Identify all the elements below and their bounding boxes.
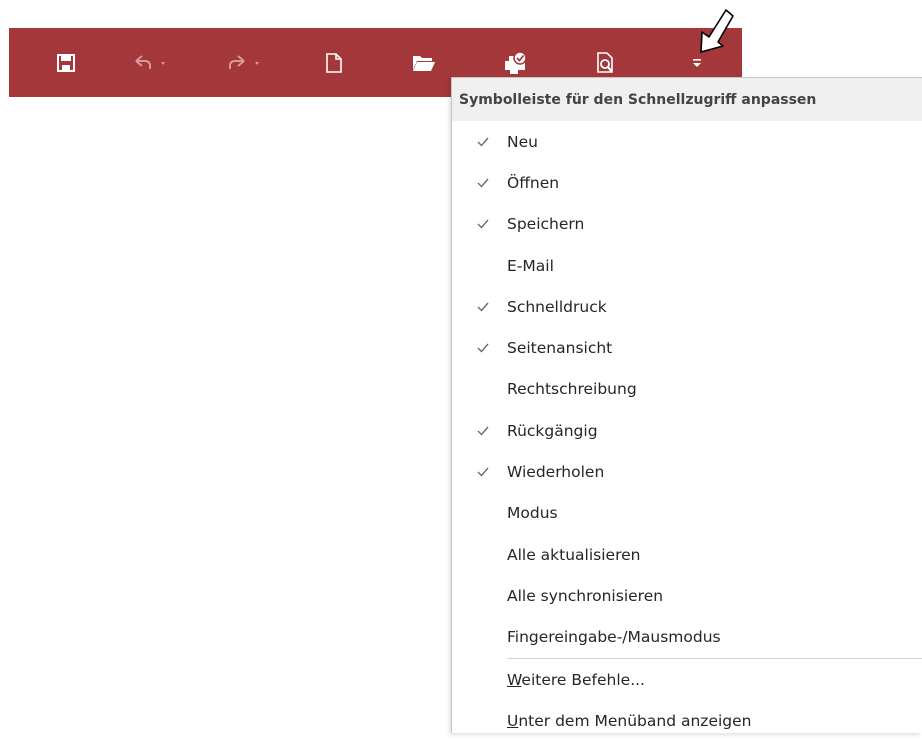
menu-item-label: Speichern bbox=[507, 215, 585, 234]
menu-item-label: Rechtschreibung bbox=[507, 380, 637, 399]
undo-button[interactable] bbox=[126, 28, 182, 97]
menu-item-label: Fingereingabe-/Mausmodus bbox=[507, 628, 721, 647]
print-preview-icon bbox=[597, 51, 613, 73]
redo-icon bbox=[229, 54, 259, 69]
menu-item[interactable]: Neu bbox=[452, 121, 922, 162]
checkmark-icon bbox=[477, 302, 489, 312]
menu-item[interactable]: Modus bbox=[452, 493, 922, 534]
menu-title: Symbolleiste für den Schnellzugriff anpa… bbox=[452, 78, 922, 121]
show-below-ribbon-item[interactable]: Unter dem Menüband anzeigen bbox=[452, 700, 922, 741]
new-button[interactable] bbox=[314, 28, 354, 97]
menu-item-label: Alle aktualisieren bbox=[507, 545, 641, 564]
checkmark-icon bbox=[477, 426, 489, 436]
menu-item[interactable]: Speichern bbox=[452, 204, 922, 245]
menu-item-label: E-Mail bbox=[507, 256, 554, 275]
menu-item[interactable]: Seitenansicht bbox=[452, 327, 922, 368]
menu-item[interactable]: Wiederholen bbox=[452, 451, 922, 492]
menu-item[interactable]: Öffnen bbox=[452, 162, 922, 203]
menu-item[interactable]: Rechtschreibung bbox=[452, 369, 922, 410]
menu-item-label: Alle synchronisieren bbox=[507, 586, 664, 605]
quick-print-icon bbox=[505, 50, 527, 74]
customize-qat-menu: Symbolleiste für den Schnellzugriff anpa… bbox=[451, 77, 922, 733]
menu-item-label: Seitenansicht bbox=[507, 339, 613, 358]
checkmark-icon bbox=[477, 343, 489, 353]
menu-item[interactable]: E-Mail bbox=[452, 245, 922, 286]
menu-item[interactable]: Alle aktualisieren bbox=[452, 534, 922, 575]
checkmark-icon bbox=[477, 178, 489, 188]
show-below-ribbon-label: Unter dem Menüband anzeigen bbox=[507, 711, 752, 730]
menu-item-label: Öffnen bbox=[507, 173, 560, 192]
menu-item[interactable]: Rückgängig bbox=[452, 410, 922, 451]
more-commands-item[interactable]: Weitere Befehle... bbox=[452, 659, 922, 700]
undo-icon bbox=[135, 54, 165, 69]
checkmark-icon bbox=[477, 137, 489, 147]
redo-button[interactable] bbox=[220, 28, 276, 97]
new-document-icon bbox=[326, 52, 342, 73]
annotation-arrow-icon bbox=[700, 9, 734, 53]
floppy-disk-icon bbox=[57, 53, 75, 72]
open-button[interactable] bbox=[404, 28, 444, 97]
menu-item[interactable]: Schnelldruck bbox=[452, 286, 922, 327]
checkmark-icon bbox=[477, 467, 489, 477]
menu-item-label: Wiederholen bbox=[507, 463, 605, 482]
menu-item-label: Neu bbox=[507, 132, 538, 151]
folder-open-icon bbox=[413, 55, 435, 71]
menu-items-list: Neu Öffnen Speichern E-Mail Schnelldruck Seit… bbox=[452, 121, 922, 658]
checkmark-icon bbox=[477, 219, 489, 229]
menu-item[interactable]: Alle synchronisieren bbox=[452, 575, 922, 616]
menu-item[interactable]: Fingereingabe-/Mausmodus bbox=[452, 617, 922, 658]
more-commands-label: Weitere Befehle... bbox=[507, 670, 645, 689]
menu-item-label: Modus bbox=[507, 504, 558, 523]
menu-item-label: Rückgängig bbox=[507, 421, 598, 440]
save-button[interactable] bbox=[46, 28, 86, 97]
menu-item-label: Schnelldruck bbox=[507, 297, 607, 316]
